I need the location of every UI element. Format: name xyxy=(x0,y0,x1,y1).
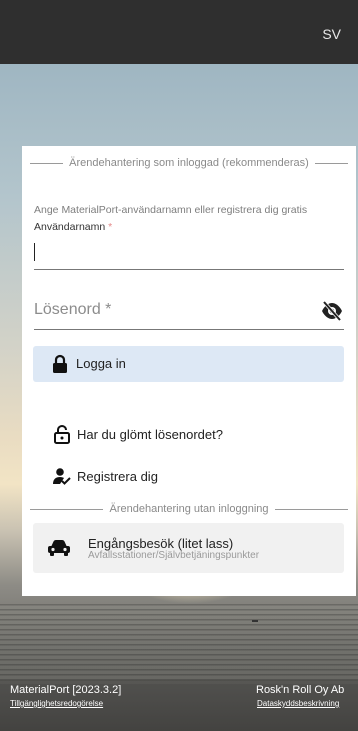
forgot-password-label: Har du glömt lösenordet? xyxy=(77,427,223,442)
legend-line xyxy=(30,508,104,510)
guest-section-legend: Ärendehantering utan inloggning xyxy=(30,502,348,516)
password-field[interactable]: Lösenord * xyxy=(34,301,111,319)
legend-line xyxy=(274,508,348,510)
login-hint: Ange MaterialPort-användarnamn eller reg… xyxy=(34,204,308,216)
boat xyxy=(252,620,258,622)
register-label: Registrera dig xyxy=(77,469,158,484)
register-link[interactable]: Registrera dig xyxy=(33,463,333,489)
lock-open-icon xyxy=(53,424,71,444)
eye-off-icon[interactable] xyxy=(320,300,344,322)
text-caret xyxy=(34,243,35,261)
accessibility-link[interactable]: Tillgänglighetsredogörelse xyxy=(10,699,103,708)
privacy-link[interactable]: Dataskyddsbeskrivning xyxy=(257,699,339,708)
logged-in-legend-text: Ärendehantering som inloggad (rekommende… xyxy=(69,157,309,169)
logged-in-section-legend: Ärendehantering som inloggad (rekommende… xyxy=(30,156,348,170)
single-visit-label: Engångsbesök (litet lass) xyxy=(88,536,234,551)
top-bar: SV xyxy=(0,0,358,64)
person-check-icon xyxy=(53,466,71,486)
login-card: Ärendehantering som inloggad (rekommende… xyxy=(22,146,356,596)
username-label-text: Användarnamn xyxy=(34,221,106,233)
forgot-password-link[interactable]: Har du glömt lösenordet? xyxy=(33,421,333,447)
legend-line xyxy=(314,162,348,164)
legend-line xyxy=(30,162,64,164)
login-button[interactable]: Logga in xyxy=(33,346,344,382)
login-button-label: Logga in xyxy=(76,356,126,371)
car-icon xyxy=(47,539,71,557)
sea xyxy=(0,604,358,684)
single-visit-button[interactable]: Engångsbesök (litet lass) Avfallsstation… xyxy=(33,523,344,573)
single-visit-subtitle: Avfallsstationer/Självbetjäningspunkter xyxy=(88,550,260,561)
lock-icon xyxy=(52,354,68,374)
language-selector[interactable]: SV xyxy=(322,26,341,42)
username-input[interactable] xyxy=(34,238,344,270)
password-underline xyxy=(34,329,344,330)
username-label: Användarnamn * xyxy=(34,221,112,233)
app-version: MaterialPort [2023.3.2] xyxy=(10,684,122,696)
guest-legend-text: Ärendehantering utan inloggning xyxy=(109,503,269,515)
company-name: Rosk'n Roll Oy Ab xyxy=(256,684,345,696)
required-mark: * xyxy=(108,221,113,233)
